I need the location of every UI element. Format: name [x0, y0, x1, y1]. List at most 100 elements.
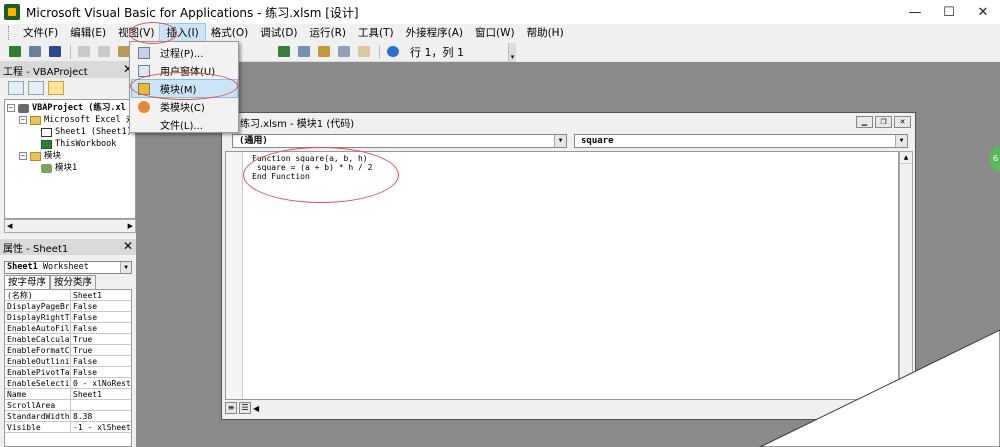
property-value[interactable]: Sheet1: [71, 389, 131, 399]
minimize-button[interactable]: —: [898, 0, 932, 24]
toolbar-area-empty: [516, 42, 1000, 62]
menu-item-class-module[interactable]: 类模块(C): [132, 98, 237, 115]
cut-icon[interactable]: [75, 44, 93, 60]
tree-node-excel-objects[interactable]: − Microsoft Excel 对象: [19, 114, 135, 126]
property-value[interactable]: 8.38: [71, 411, 131, 421]
object-combo[interactable]: (通用) ▼: [232, 134, 567, 148]
properties-window-icon[interactable]: [315, 44, 333, 60]
menu-debug[interactable]: 调试(D): [254, 24, 303, 42]
tab-alphabetic[interactable]: 按字母序: [4, 275, 51, 289]
object-selector[interactable]: Sheet1 Worksheet ▼: [4, 261, 132, 274]
code-vscrollbar[interactable]: ▲: [899, 151, 913, 400]
property-row[interactable]: ScrollArea: [5, 400, 131, 411]
property-value[interactable]: -1 - xlSheetV: [71, 422, 131, 432]
collapse-icon[interactable]: −: [7, 104, 15, 112]
procedure-view-icon[interactable]: ≡: [225, 402, 237, 414]
menu-grip[interactable]: [8, 26, 11, 40]
save-icon[interactable]: [46, 44, 64, 60]
scroll-left-icon[interactable]: ◀: [253, 404, 259, 413]
code-close-icon[interactable]: ✕: [894, 116, 911, 128]
tree-node-project[interactable]: − VBAProject (练习.xl: [7, 102, 126, 114]
tree-node-modules[interactable]: − 模块: [19, 150, 61, 162]
property-value[interactable]: False: [71, 367, 131, 377]
close-button[interactable]: ✕: [966, 0, 1000, 24]
property-value[interactable]: False: [71, 312, 131, 322]
property-row[interactable]: EnableFormatCo True: [5, 345, 131, 356]
menu-file[interactable]: 文件(F): [17, 24, 64, 42]
view-code-icon[interactable]: [8, 81, 24, 95]
procedure-combo[interactable]: square ▼: [574, 134, 908, 148]
toolbar-separator: [379, 44, 380, 59]
design-mode-icon[interactable]: [275, 44, 293, 60]
project-explorer-icon[interactable]: [295, 44, 313, 60]
menu-window[interactable]: 窗口(W): [469, 24, 521, 42]
property-row[interactable]: Name Sheet1: [5, 389, 131, 400]
tab-categorized[interactable]: 按分类序: [50, 275, 97, 289]
toolbox-icon[interactable]: [355, 44, 373, 60]
property-name: EnableOutlinin: [7, 356, 71, 366]
menu-item-label: 类模块(C): [160, 103, 205, 114]
property-row[interactable]: DisplayRightTo False: [5, 312, 131, 323]
property-row[interactable]: EnableOutlinin False: [5, 356, 131, 367]
full-module-view-icon[interactable]: ☰: [239, 402, 251, 414]
copy-icon[interactable]: [95, 44, 113, 60]
property-row[interactable]: EnableSelectio 0 - xlNoRestr: [5, 378, 131, 389]
chevron-down-icon[interactable]: ▼: [895, 135, 907, 147]
property-row[interactable]: DisplayPageBre False: [5, 301, 131, 312]
folder-icon: [30, 115, 41, 125]
property-value[interactable]: False: [71, 323, 131, 333]
property-value[interactable]: 0 - xlNoRestr: [71, 378, 131, 388]
scroll-left-icon[interactable]: ◀: [7, 222, 12, 230]
property-name: Visible: [5, 422, 71, 432]
window-title: Microsoft Visual Basic for Applications …: [26, 5, 359, 20]
property-row[interactable]: EnablePivotTab False: [5, 367, 131, 378]
property-value[interactable]: Sheet1: [71, 290, 131, 300]
view-object-icon[interactable]: [28, 81, 44, 95]
tree-node-sheet1[interactable]: Sheet1 (Sheet1): [41, 126, 132, 138]
property-name: EnableFormatCo: [7, 345, 71, 355]
menu-format[interactable]: 格式(O): [205, 24, 254, 42]
menu-tools[interactable]: 工具(T): [352, 24, 400, 42]
project-explorer-title: 工程 - VBAProject: [3, 66, 88, 78]
excel-vba-icon: [4, 4, 20, 20]
menu-item-procedure[interactable]: 过程(P)...: [132, 44, 237, 61]
menu-item-file[interactable]: 文件(L)...: [132, 116, 237, 133]
collapse-icon[interactable]: −: [19, 152, 27, 160]
property-value[interactable]: [71, 400, 131, 410]
tree-node-thisworkbook[interactable]: ThisWorkbook: [41, 138, 116, 150]
properties-close-icon[interactable]: ✕: [123, 239, 133, 253]
code-restore-icon[interactable]: ❐: [875, 116, 892, 128]
collapse-icon[interactable]: −: [19, 116, 27, 124]
property-row[interactable]: (名称) Sheet1: [5, 290, 131, 301]
help-icon[interactable]: [384, 44, 402, 60]
property-value[interactable]: False: [71, 301, 131, 311]
scroll-up-icon[interactable]: ▲: [900, 152, 912, 164]
property-row[interactable]: EnableAutoFilt False: [5, 323, 131, 334]
menu-help[interactable]: 帮助(H): [521, 24, 570, 42]
view-excel-icon[interactable]: [6, 44, 24, 60]
code-minimize-icon[interactable]: ▁: [856, 116, 873, 128]
menu-addins[interactable]: 外接程序(A): [400, 24, 469, 42]
property-row[interactable]: EnableCalculat True: [5, 334, 131, 345]
chevron-down-icon[interactable]: ▼: [554, 135, 566, 147]
property-value[interactable]: True: [71, 345, 131, 355]
property-row[interactable]: Visible -1 - xlSheetV: [5, 422, 131, 433]
tree-label: ThisWorkbook: [55, 139, 117, 149]
object-browser-icon[interactable]: [335, 44, 353, 60]
property-value[interactable]: True: [71, 334, 131, 344]
toggle-folders-icon[interactable]: [48, 81, 64, 95]
class-module-icon: [138, 100, 150, 113]
menu-run[interactable]: 运行(R): [304, 24, 353, 42]
chevron-down-icon[interactable]: ▼: [120, 262, 131, 273]
toolbar-overflow[interactable]: ▾: [508, 42, 516, 61]
property-value[interactable]: False: [71, 356, 131, 366]
scroll-right-icon[interactable]: ▶: [128, 222, 133, 230]
property-row[interactable]: StandardWidth 8.38: [5, 411, 131, 422]
file-icon: [138, 119, 150, 131]
tree-node-module1[interactable]: 模块1: [41, 162, 77, 174]
maximize-button[interactable]: ☐: [932, 0, 966, 24]
menu-edit[interactable]: 编辑(E): [64, 24, 112, 42]
side-badge[interactable]: 6: [990, 146, 1000, 172]
project-hscrollbar[interactable]: ◀ ▶: [4, 219, 136, 233]
insert-userform-icon[interactable]: [26, 44, 44, 60]
